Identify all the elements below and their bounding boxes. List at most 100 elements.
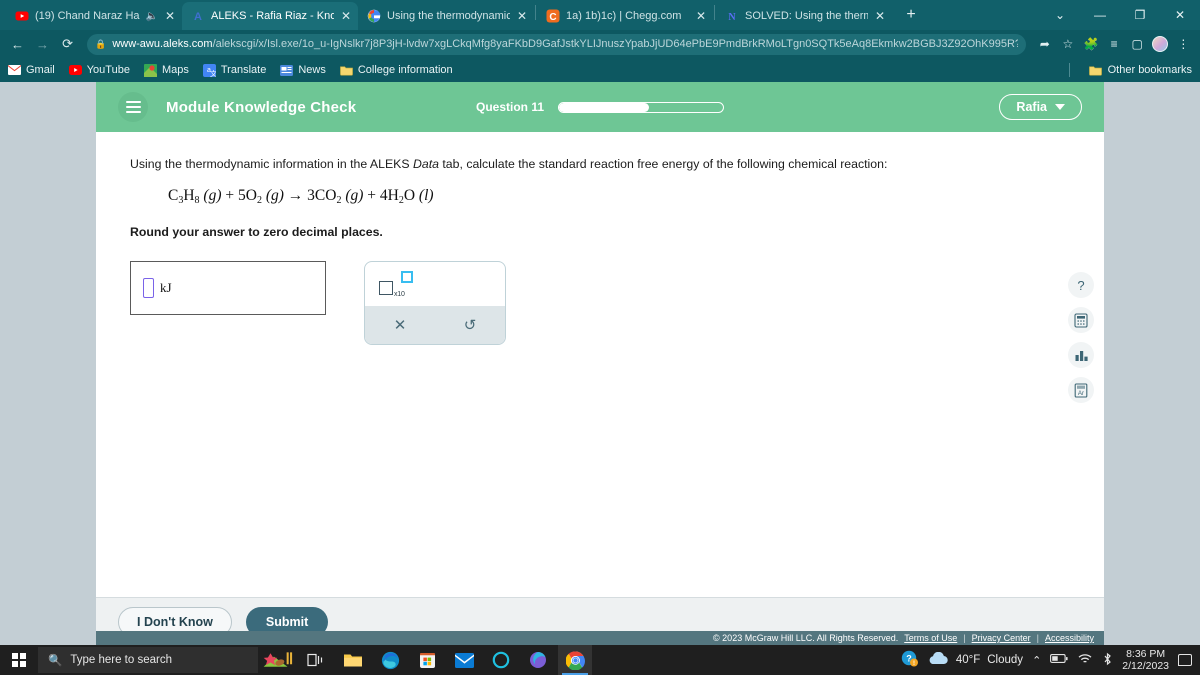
microsoft-store-icon[interactable]	[410, 645, 444, 675]
tab-search-icon[interactable]: ⌄	[1040, 2, 1080, 28]
reading-list-icon[interactable]: ≡	[1104, 32, 1125, 56]
answer-area: kJ x10 ✕ ↺	[130, 260, 1070, 345]
help-icon[interactable]: ?	[1068, 272, 1094, 298]
windows-taskbar: 🔍 Type here to search ? ! 40°F Cloudy ⌃ …	[0, 645, 1200, 675]
file-explorer-icon[interactable]	[336, 645, 370, 675]
back-button[interactable]: ←	[6, 32, 29, 56]
question-label: Question 11	[475, 100, 545, 114]
keypad-top-row: x10	[365, 270, 505, 306]
taskbar-clock[interactable]: 8:36 PM 2/12/2023	[1122, 648, 1169, 672]
x10-label: x10	[394, 290, 405, 298]
reload-button[interactable]: ⟳	[56, 32, 79, 56]
undo-arrow-icon[interactable]: ↺	[435, 316, 505, 334]
browser-tab-0[interactable]: (19) Chand Naraz Hai | Video 🔈 ✕	[6, 2, 182, 30]
edge-icon[interactable]	[373, 645, 407, 675]
chrome-icon[interactable]	[558, 645, 592, 675]
battery-icon[interactable]	[1050, 653, 1068, 667]
page-title: Module Knowledge Check	[166, 98, 357, 116]
news-interests-widget[interactable]	[262, 645, 296, 675]
browser-tab-4[interactable]: N SOLVED: Using the thermodynam ✕	[716, 2, 892, 30]
browser-tab-2[interactable]: Using the thermodynamic inform ✕	[358, 2, 534, 30]
bookmarks-bar: Gmail YouTube Maps a文 Translate News Col…	[0, 58, 1200, 82]
close-x-icon[interactable]: ✕	[365, 316, 435, 334]
tray-expand-chevron-icon[interactable]: ⌃	[1032, 654, 1041, 667]
maps-icon	[143, 63, 157, 77]
office-icon[interactable]	[521, 645, 555, 675]
bookmark-translate[interactable]: a文 Translate	[202, 63, 266, 77]
address-bar[interactable]: 🔒 www-awu.aleks.com/alekscgi/x/Isl.exe/1…	[87, 33, 1027, 55]
tool-rail: ? Ar	[1068, 272, 1094, 403]
bookmark-college-information[interactable]: College information	[340, 64, 453, 77]
bookmark-news[interactable]: News	[280, 64, 326, 77]
accessibility-link[interactable]: Accessibility	[1045, 633, 1094, 643]
minimize-button[interactable]: —	[1080, 2, 1120, 28]
hamburger-menu-icon[interactable]	[118, 92, 148, 122]
prompt-italic-data: Data	[412, 157, 439, 171]
search-icon: 🔍	[48, 655, 63, 667]
bluetooth-icon[interactable]	[1102, 652, 1113, 669]
exponent-box	[401, 270, 413, 283]
chemical-equation: C3H8 (g) + 5O2 (g) → 3CO2 (g) + 4H2O (l)	[168, 186, 434, 206]
maximize-button[interactable]: ❐	[1120, 2, 1160, 28]
mail-icon[interactable]	[447, 645, 481, 675]
share-icon[interactable]: ➦	[1034, 32, 1055, 56]
periodic-table-icon[interactable]: Ar	[1068, 377, 1094, 403]
page-viewport: Module Knowledge Check Question 11 Rafia…	[0, 82, 1200, 645]
youtube-icon	[15, 9, 29, 23]
extensions-puzzle-icon[interactable]: 🧩	[1080, 32, 1101, 56]
bookmark-maps[interactable]: Maps	[143, 63, 189, 77]
search-placeholder: Type here to search	[70, 654, 172, 666]
taskbar-apps	[262, 645, 592, 675]
user-menu-button[interactable]: Rafia	[999, 94, 1082, 120]
tab-close-icon[interactable]: ✕	[164, 10, 176, 22]
task-view-icon[interactable]	[299, 645, 333, 675]
bookmark-label: YouTube	[86, 64, 130, 76]
bookmark-gmail[interactable]: Gmail	[8, 64, 55, 77]
side-panel-icon[interactable]: ▢	[1127, 32, 1148, 56]
profile-avatar[interactable]	[1150, 32, 1171, 56]
answer-input-box[interactable]: kJ	[130, 260, 326, 315]
other-bookmarks-button[interactable]: Other bookmarks	[1088, 64, 1192, 77]
close-window-button[interactable]: ✕	[1160, 2, 1200, 28]
browser-tab-label: ALEKS - Rafia Riaz - Knowledge C	[211, 10, 334, 22]
privacy-center-link[interactable]: Privacy Center	[972, 633, 1031, 643]
bookmark-label: College information	[357, 64, 453, 76]
aleks-icon: A	[191, 9, 205, 23]
weather-widget[interactable]: 40°F Cloudy	[927, 651, 1024, 668]
browser-tab-3[interactable]: C 1a) 1b)1c) | Chegg.com ✕	[537, 2, 713, 30]
tab-close-icon[interactable]: ✕	[695, 10, 707, 22]
calculator-icon[interactable]	[1068, 307, 1094, 333]
help-support-icon[interactable]: ?!	[901, 650, 918, 670]
wifi-icon[interactable]	[1077, 653, 1093, 668]
windows-start-icon[interactable]	[0, 645, 38, 675]
app-header: Module Knowledge Check Question 11 Rafia	[96, 82, 1104, 132]
taskbar-search-box[interactable]: 🔍 Type here to search	[38, 647, 258, 673]
browser-tab-label: SOLVED: Using the thermodynam	[745, 10, 868, 22]
data-chart-icon[interactable]	[1068, 342, 1094, 368]
scientific-notation-button[interactable]: x10	[379, 270, 413, 298]
cortana-icon[interactable]	[484, 645, 518, 675]
copyright-text: © 2023 McGraw Hill LLC. All Rights Reser…	[713, 633, 899, 643]
bookmark-youtube[interactable]: YouTube	[68, 64, 130, 77]
chrome-menu-icon[interactable]: ⋮	[1173, 32, 1194, 56]
tab-mute-icon[interactable]: 🔈	[146, 11, 158, 22]
tab-close-icon[interactable]: ✕	[516, 10, 528, 22]
bookmark-star-icon[interactable]: ☆	[1057, 32, 1078, 56]
youtube-icon	[68, 64, 82, 77]
weather-temperature: 40°F	[955, 654, 981, 666]
question-progress: Question 11	[475, 100, 725, 114]
svg-text:!: !	[913, 661, 915, 667]
rounding-instruction: Round your answer to zero decimal places…	[130, 224, 383, 239]
tab-close-icon[interactable]: ✕	[874, 10, 886, 22]
lock-icon: 🔒	[95, 38, 107, 49]
weather-description: Cloudy	[987, 654, 1024, 666]
tab-close-icon[interactable]: ✕	[340, 10, 352, 22]
notification-icon[interactable]	[1178, 654, 1192, 666]
folder-icon	[340, 64, 353, 77]
chegg-icon: C	[546, 9, 560, 23]
forward-button[interactable]: →	[31, 32, 54, 56]
answer-input-blank[interactable]	[143, 277, 154, 298]
browser-tab-1[interactable]: A ALEKS - Rafia Riaz - Knowledge C ✕	[182, 2, 358, 30]
terms-of-use-link[interactable]: Terms of Use	[904, 633, 957, 643]
new-tab-button[interactable]: +	[898, 2, 924, 28]
